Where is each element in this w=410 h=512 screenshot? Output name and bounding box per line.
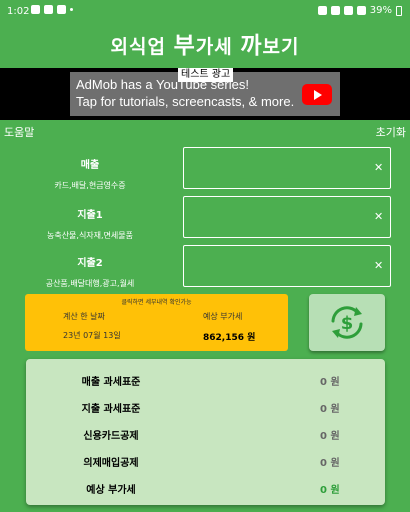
summary-label: 의제매입공제 [83, 458, 139, 469]
calc-date-value: 23년 07월 13일 [63, 331, 121, 340]
summary-label: 지출 과세표준 [81, 404, 141, 415]
notification-icons [31, 5, 73, 14]
expense1-title: 지출1 [77, 210, 103, 221]
expense2-clear-icon[interactable]: ✕ [374, 259, 383, 272]
summary-value: 0 원 [320, 404, 340, 415]
sales-label: 매출 카드,배달,현금영수증 [0, 156, 180, 191]
svg-text:$: $ [341, 313, 354, 334]
summary-label: 매출 과세표준 [81, 377, 141, 388]
summary-value: 0 원 [320, 377, 340, 388]
expense2-description: 공산품,배달대행,광고,월세 [45, 279, 135, 288]
notification-icon [57, 5, 66, 14]
expense1-input[interactable] [183, 196, 391, 238]
ad-line-2: Tap for tutorials, screencasts, & more. [76, 94, 295, 109]
currency-refresh-icon: $ [331, 306, 363, 339]
bluetooth-icon [330, 6, 340, 15]
app-title-bar: 외식업 부가세 까보기 [0, 24, 410, 68]
help-link[interactable]: 도움말 [4, 124, 34, 140]
sales-description: 카드,배달,현금영수증 [54, 181, 126, 190]
summary-label: 신용카드공제 [83, 431, 139, 442]
summary-row: 신용카드공제 0 원 [26, 427, 385, 443]
vat-header: 예상 부가세 [203, 312, 243, 321]
notification-icon [44, 5, 53, 14]
status-time: 1:02 [7, 6, 30, 17]
signal-icon [356, 6, 366, 15]
expense2-label: 지출2 공산품,배달대행,광고,월세 [0, 254, 180, 289]
summary-value: 0 원 [320, 458, 340, 469]
test-ad-label: 테스트 광고 [178, 68, 234, 82]
summary-label: 예상 부가세 [86, 485, 136, 496]
calculate-button[interactable]: $ [309, 294, 385, 351]
summary-value: 0 원 [320, 485, 340, 496]
expense1-description: 농축산물,식자재,면세물품 [46, 231, 134, 240]
expense2-title: 지출2 [77, 258, 103, 269]
battery-icon [396, 5, 402, 16]
system-icons: 39% [317, 5, 402, 16]
vat-value: 862,156 원 [203, 333, 256, 343]
calc-date-header: 계산 한 날짜 [63, 312, 105, 321]
result-hint: 클릭하면 세부내역 확인가능 [121, 299, 192, 306]
notification-icon [31, 5, 40, 14]
reset-link[interactable]: 초기화 [376, 124, 406, 140]
summary-value: 0 원 [320, 431, 340, 442]
summary-row: 매출 과세표준 0 원 [26, 373, 385, 389]
mute-icon [317, 6, 327, 15]
summary-row: 의제매입공제 0 원 [26, 454, 385, 470]
youtube-play-icon [302, 84, 332, 105]
more-notifications-icon [70, 8, 73, 11]
battery-level: 39% [369, 5, 392, 16]
summary-card: 매출 과세표준 0 원 지출 과세표준 0 원 신용카드공제 0 원 의제매입공… [26, 359, 385, 505]
expense2-input[interactable] [183, 245, 391, 287]
wifi-icon [343, 6, 353, 15]
expense1-label: 지출1 농축산물,식자재,면세물품 [0, 206, 180, 241]
summary-row: 예상 부가세 0 원 [26, 481, 385, 497]
sales-title: 매출 [80, 160, 100, 171]
status-bar: 1:02 39% [0, 0, 410, 24]
summary-row: 지출 과세표준 0 원 [26, 400, 385, 416]
sales-clear-icon[interactable]: ✕ [374, 161, 383, 174]
expense1-clear-icon[interactable]: ✕ [374, 210, 383, 223]
result-card[interactable]: 클릭하면 세부내역 확인가능 계산 한 날짜 예상 부가세 23년 07월 13… [25, 294, 288, 351]
app-title: 외식업 부가세 까보기 [110, 33, 300, 59]
sales-input[interactable] [183, 147, 391, 189]
